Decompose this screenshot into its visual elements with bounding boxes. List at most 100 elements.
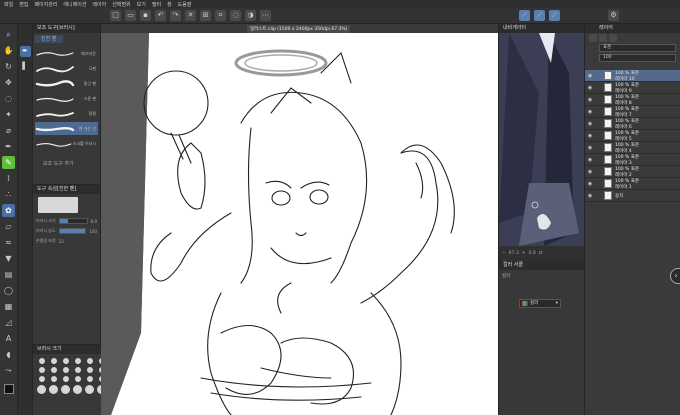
eye-icon[interactable]: ◉ (585, 109, 595, 115)
save-icon[interactable]: ▪ (140, 10, 151, 21)
brush-size-preset[interactable] (38, 376, 45, 382)
brush-item[interactable]: G펜 (35, 62, 98, 75)
eye-icon[interactable]: ◉ (585, 121, 595, 127)
main-color-swatch[interactable] (3, 384, 14, 394)
frame-icon[interactable]: ▦ (2, 300, 15, 313)
brush-size-preset[interactable] (62, 358, 69, 364)
text-icon[interactable]: A (2, 332, 15, 345)
brush-density-row[interactable]: 브러시 농도 100 (33, 226, 100, 236)
zoom-icon[interactable]: ⌕ (2, 28, 15, 41)
transform-icon[interactable]: ⊞ (200, 10, 211, 21)
blend-mode-select[interactable]: 표준 (599, 44, 676, 52)
lasso-icon[interactable]: ◌ (2, 92, 15, 105)
brush-size-preset[interactable] (74, 367, 81, 373)
layer-row[interactable]: ◉ 100 % 표준 레이어 4 (585, 142, 680, 154)
navigator-angle[interactable]: 0.0 (529, 251, 536, 256)
layer-row[interactable]: ◉ 100 % 표준 레이어 7 (585, 106, 680, 118)
brush-size-preset[interactable] (86, 367, 93, 373)
marker-group-icon[interactable]: ▌ (20, 61, 31, 72)
menu-item[interactable]: 편집 (19, 1, 28, 8)
brush-size-slider[interactable] (58, 218, 88, 224)
color-dropdown[interactable]: 컬러 ▾ (519, 299, 561, 308)
eye-icon[interactable]: ◉ (585, 193, 595, 199)
brush-size-row[interactable]: 브러시 크기 6.0 (33, 216, 100, 226)
menu-item[interactable]: 파일 (4, 1, 13, 8)
brush-size-preset[interactable] (50, 358, 57, 364)
layer-row[interactable]: ◉ 100 % 표준 레이어 3 (585, 154, 680, 166)
opacity-field[interactable]: 100 (599, 54, 676, 62)
layer-row[interactable]: ◉ 100 % 표준 레이어 8 (585, 94, 680, 106)
eye-icon[interactable]: ◉ (585, 145, 595, 151)
crop-icon[interactable]: ⌗ (215, 10, 226, 21)
stabilizer-2-icon[interactable]: ⟋ (534, 10, 545, 21)
clear-icon[interactable]: ✕ (185, 10, 196, 21)
menu-item[interactable]: 페이지관리 (34, 1, 57, 8)
stabilizer-3-icon[interactable]: ⟋ (549, 10, 560, 21)
ruler-icon[interactable]: ◿ (2, 316, 15, 329)
brush-size-preset[interactable] (86, 358, 93, 364)
eye-icon[interactable]: ◉ (585, 73, 595, 79)
brush-size-preset[interactable] (62, 376, 69, 382)
layer-lock-icon[interactable] (589, 34, 597, 42)
decoration-icon[interactable]: ✿ (2, 204, 15, 217)
open-icon[interactable]: ▭ (125, 10, 136, 21)
brush-item[interactable]: 펜 가는 선 (35, 122, 98, 135)
brush-density-slider[interactable] (58, 228, 87, 234)
brush-item[interactable]: 둥근 펜 (35, 77, 98, 90)
menu-item[interactable]: 선택범위 (112, 1, 130, 8)
fill-icon[interactable]: ▼ (2, 252, 15, 265)
layer-row[interactable]: ◉ 100 % 표준 레이어 1 (585, 178, 680, 190)
stabilizer-1-icon[interactable]: ⟋ (519, 10, 530, 21)
brush-size-preset[interactable] (73, 385, 82, 394)
navigator-zoom[interactable]: 67.3 (509, 251, 519, 256)
eye-icon[interactable]: ◉ (585, 133, 595, 139)
layer-row[interactable]: ◉ 100 % 표준 레이어 5 (585, 130, 680, 142)
brush-item[interactable]: 매끄러운 (35, 47, 98, 60)
brush-size-preset[interactable] (86, 376, 93, 382)
magic-wand-icon[interactable]: ✦ (2, 108, 15, 121)
brush-item[interactable]: 찰필 (35, 107, 98, 120)
snap-icon[interactable]: ⋯ (260, 10, 271, 21)
document-tab[interactable]: 일러스트.clip (1500 x 2400px 350dpi 67.3%) (247, 25, 351, 33)
add-subtool-button[interactable]: 보조 도구 추가 (33, 152, 100, 167)
subtool-tab-active[interactable]: 진한 펜 (35, 35, 63, 43)
stabilization-row[interactable]: 손떨림 보정 12 (33, 236, 100, 246)
canvas-area[interactable]: 일러스트.clip (1500 x 2400px 350dpi 67.3%) (101, 24, 498, 415)
brush-size-preset[interactable] (74, 358, 81, 364)
move-icon[interactable]: ✥ (2, 76, 15, 89)
eraser-icon[interactable]: ▱ (2, 220, 15, 233)
pen-group-icon[interactable]: ✒ (19, 46, 31, 57)
brush-item[interactable]: 스크롤 브러시 (35, 137, 98, 150)
layer-row[interactable]: ◉ 100 % 표준 레이어 9 (585, 82, 680, 94)
menu-item[interactable]: 애니메이션 (63, 1, 86, 8)
brush-icon[interactable]: ⌇ (2, 172, 15, 185)
layer-clip-icon[interactable] (599, 34, 607, 42)
brush-size-preset[interactable] (50, 367, 57, 373)
settings-icon[interactable]: ⚙ (608, 10, 619, 21)
brush-size-preset[interactable] (85, 385, 94, 394)
brush-size-preset[interactable] (49, 385, 58, 394)
layer-row[interactable]: ◉ 100 % 표준 레이어 10 (585, 70, 680, 82)
layer-row[interactable]: ◉ 100 % 표준 레이어 6 (585, 118, 680, 130)
menu-item[interactable]: 창 (167, 1, 172, 8)
pencil-icon[interactable]: ✎ (2, 156, 15, 169)
pen-icon[interactable]: ✒ (2, 140, 15, 153)
rotate-icon[interactable]: ↻ (2, 60, 15, 73)
zoom-out-icon[interactable]: − (502, 251, 506, 256)
brush-size-preset[interactable] (50, 376, 57, 382)
invert-icon[interactable]: ◑ (245, 10, 256, 21)
figure-icon[interactable]: ◯ (2, 284, 15, 297)
airbrush-icon[interactable]: ∴ (2, 188, 15, 201)
correct-line-icon[interactable]: ⤳ (2, 364, 15, 377)
zoom-in-icon[interactable]: + (522, 251, 526, 256)
eye-icon[interactable]: ◉ (585, 157, 595, 163)
flip-icon[interactable]: ⇄ (539, 251, 543, 256)
layer-reference-icon[interactable] (609, 34, 617, 42)
blend-icon[interactable]: ≈ (2, 236, 15, 249)
navigator-preview[interactable] (499, 33, 585, 246)
layer-row[interactable]: ◉ 100 % 표준 레이어 2 (585, 166, 680, 178)
brush-size-preset[interactable] (62, 367, 69, 373)
eye-icon[interactable]: ◉ (585, 85, 595, 91)
deselect-icon[interactable]: ◌ (230, 10, 241, 21)
eye-icon[interactable]: ◉ (585, 169, 595, 175)
